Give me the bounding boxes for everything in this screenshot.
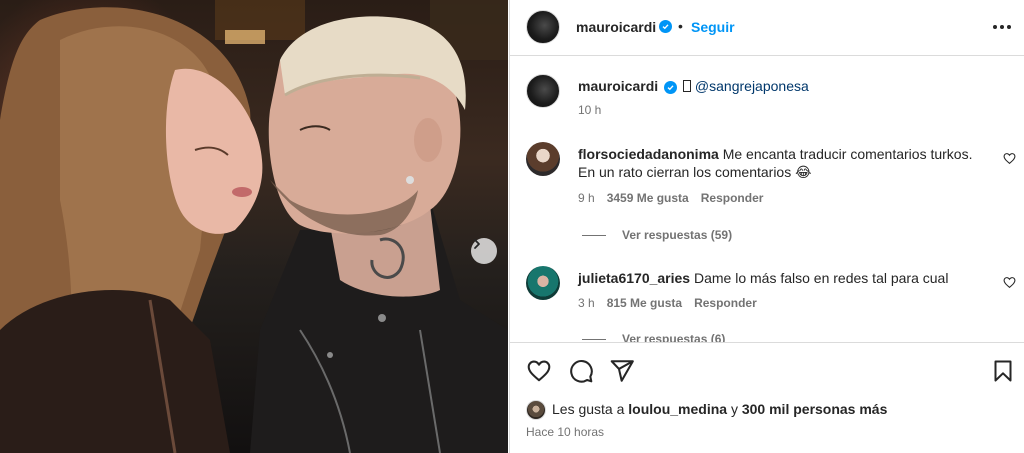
follow-button[interactable]: Seguir	[691, 19, 735, 35]
post-header: mauroicardi • Seguir	[510, 0, 1024, 56]
caption-mention[interactable]: @sangrejaponesa	[695, 78, 809, 94]
author-username[interactable]: mauroicardi	[576, 19, 656, 35]
replies-divider	[582, 338, 606, 340]
comment-avatar[interactable]	[526, 142, 560, 176]
view-replies-button[interactable]: Ver respuestas (59)	[582, 228, 732, 242]
caption: mauroicardi @sangrejaponesa	[578, 77, 809, 95]
comment-text: Dame lo más falso en redes tal para cual	[693, 270, 949, 286]
heart-icon[interactable]	[526, 358, 552, 384]
verified-badge-icon	[659, 20, 672, 33]
likes-count[interactable]: 300 mil personas más	[742, 401, 888, 417]
comment-icon[interactable]	[568, 358, 594, 384]
comment-time: 9 h	[578, 191, 595, 205]
replies-divider	[582, 234, 606, 236]
reply-button[interactable]: Responder	[694, 296, 757, 310]
comment-username[interactable]: florsociedadanonima	[578, 146, 719, 162]
comments-section: mauroicardi @sangrejaponesa 10 h florsoc…	[510, 57, 1024, 342]
chevron-right-icon	[474, 239, 480, 249]
liker-avatar[interactable]	[526, 400, 546, 420]
comment-avatar[interactable]	[526, 266, 560, 300]
bookmark-icon[interactable]	[991, 358, 1015, 384]
post-actions: Les gusta a loulou_medina y 300 mil pers…	[510, 342, 1024, 453]
comment-meta: 9 h 3459 Me gusta Responder	[578, 191, 763, 205]
likes-mid: y	[730, 401, 738, 417]
placeholder-glyph-icon	[682, 80, 691, 92]
caption-meta: 10 h	[578, 103, 601, 117]
likes-summary: Les gusta a loulou_medina y 300 mil pers…	[552, 401, 887, 417]
view-replies-label: Ver respuestas (59)	[622, 228, 733, 242]
comment-like-heart-icon[interactable]	[1003, 152, 1016, 165]
caption-username[interactable]: mauroicardi	[578, 78, 658, 94]
caption-author-avatar[interactable]	[526, 74, 560, 108]
comment-username[interactable]: julieta6170_aries	[578, 270, 690, 286]
comment-body: florsociedadanonima Me encanta traducir …	[578, 145, 993, 181]
comment-meta: 3 h 815 Me gusta Responder	[578, 296, 757, 310]
likes-user[interactable]: loulou_medina	[628, 401, 727, 417]
comment-time: 3 h	[578, 296, 595, 310]
comment-likes[interactable]: 3459 Me gusta	[607, 191, 689, 205]
comment-like-heart-icon[interactable]	[1003, 276, 1016, 289]
reply-button[interactable]: Responder	[701, 191, 764, 205]
author-avatar[interactable]	[526, 10, 560, 44]
likes-prefix: Les gusta a	[552, 401, 625, 417]
share-icon[interactable]	[609, 358, 635, 384]
comment-body: julieta6170_aries Dame lo más falso en r…	[578, 269, 993, 287]
photo-illustration	[0, 0, 508, 453]
header-separator: •	[678, 18, 683, 34]
view-replies-label: Ver respuestas (6)	[622, 332, 726, 342]
post-timestamp[interactable]: Hace 10 horas	[526, 425, 604, 439]
next-photo-button[interactable]	[471, 238, 497, 264]
post-details-panel: mauroicardi • Seguir mauroicardi @sangre…	[509, 0, 1024, 453]
verified-badge-icon	[664, 81, 678, 94]
comment-likes[interactable]: 815 Me gusta	[607, 296, 682, 310]
more-options-icon[interactable]	[993, 25, 1011, 29]
post-photo	[0, 0, 508, 453]
view-replies-button[interactable]: Ver respuestas (6)	[582, 332, 725, 342]
caption-time: 10 h	[578, 103, 602, 117]
